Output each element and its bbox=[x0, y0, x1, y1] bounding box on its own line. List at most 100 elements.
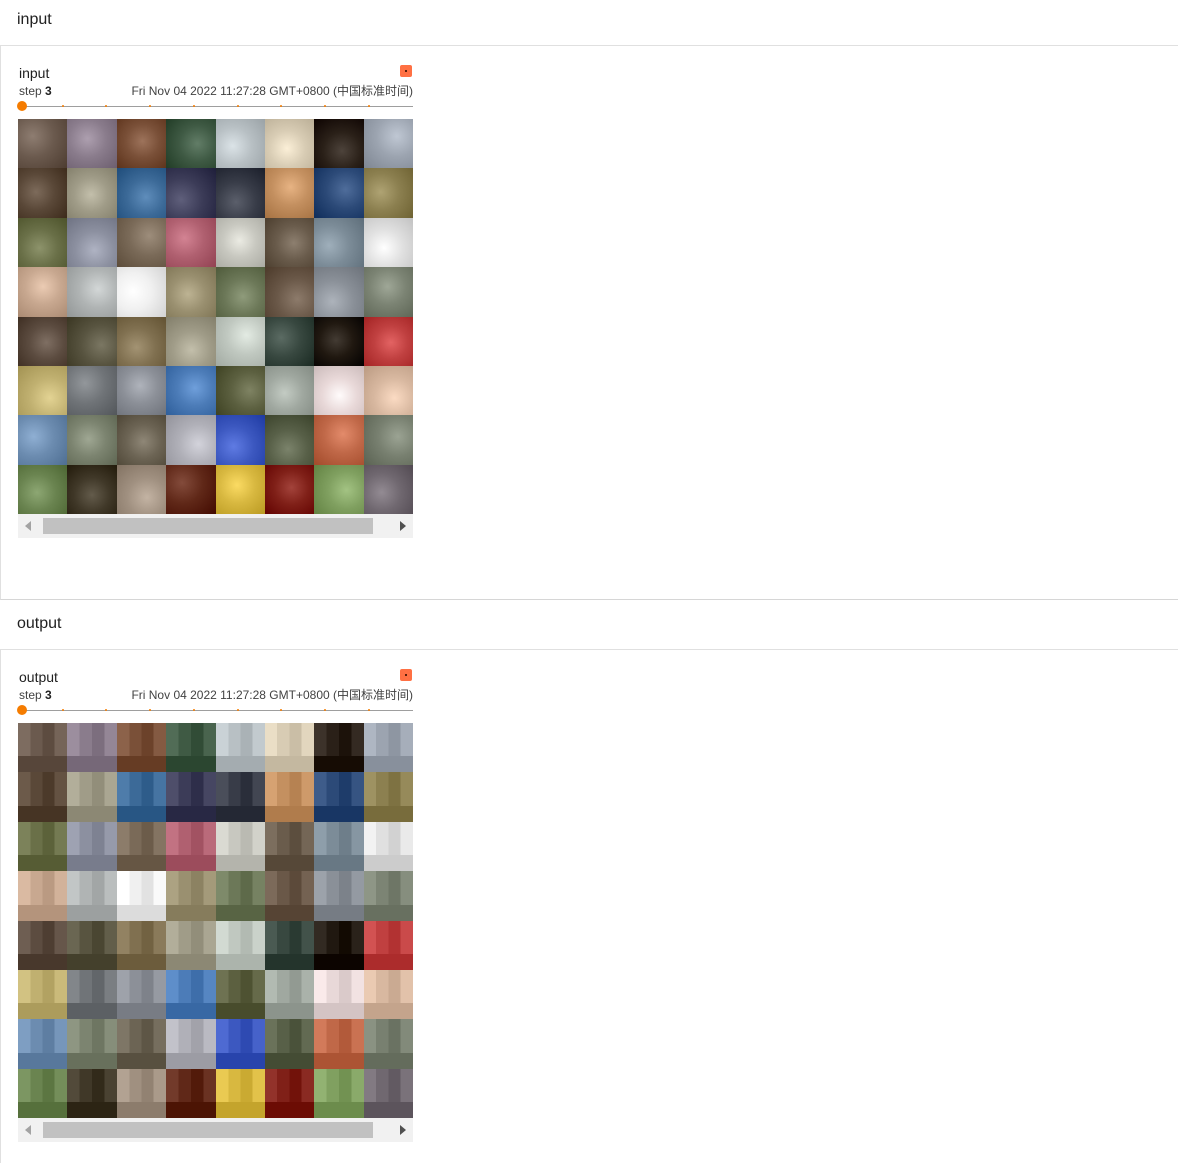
image-tile bbox=[215, 821, 265, 872]
step-value: 3 bbox=[45, 84, 52, 98]
slider-thumb[interactable] bbox=[17, 705, 27, 715]
image-tile bbox=[215, 969, 265, 1020]
image-tile bbox=[166, 415, 216, 465]
image-tile bbox=[314, 1068, 364, 1118]
image-tile bbox=[314, 168, 364, 218]
image-tile bbox=[363, 415, 413, 465]
image-tile bbox=[215, 267, 265, 317]
image-tile bbox=[166, 464, 216, 514]
image-tile bbox=[264, 267, 315, 317]
scroll-left-arrow-icon[interactable] bbox=[18, 1118, 38, 1142]
image-tile bbox=[215, 1068, 265, 1118]
image-tile bbox=[314, 415, 364, 465]
slider-tick bbox=[236, 709, 239, 711]
image-tile bbox=[67, 1068, 117, 1118]
image-tile bbox=[363, 821, 413, 872]
slider-tick bbox=[323, 105, 326, 107]
image-tile bbox=[67, 316, 117, 366]
image-tile bbox=[116, 723, 167, 773]
image-tile bbox=[166, 316, 216, 366]
image-tile bbox=[215, 168, 265, 218]
card-title: output bbox=[19, 669, 58, 685]
image-tile bbox=[215, 119, 265, 169]
image-tile bbox=[18, 415, 68, 465]
image-tile bbox=[264, 316, 315, 366]
slider-track bbox=[18, 106, 413, 107]
image-tile bbox=[363, 119, 413, 169]
slider-tick bbox=[367, 105, 370, 107]
image-tile bbox=[314, 772, 364, 822]
section-body-output: output step 3 Fri Nov 04 2022 11:27:28 G… bbox=[0, 650, 1178, 1163]
image-tile bbox=[18, 168, 68, 218]
image-tile bbox=[116, 1019, 167, 1069]
image-tile bbox=[116, 119, 167, 169]
slider-thumb[interactable] bbox=[17, 101, 27, 111]
image-tile bbox=[18, 267, 68, 317]
step-label-text: step bbox=[19, 84, 42, 98]
image-tile bbox=[166, 871, 216, 921]
image-tile bbox=[18, 316, 68, 366]
step-slider[interactable] bbox=[17, 705, 413, 717]
section-header-input[interactable]: input bbox=[0, 0, 1178, 46]
image-tile bbox=[18, 772, 68, 822]
image-tile bbox=[363, 365, 413, 416]
expand-button[interactable] bbox=[400, 65, 412, 77]
image-tile bbox=[67, 168, 117, 218]
image-tile bbox=[264, 464, 315, 514]
image-tile bbox=[116, 415, 167, 465]
image-tile bbox=[116, 920, 167, 970]
image-tile bbox=[363, 217, 413, 268]
scrollbar-thumb[interactable] bbox=[43, 518, 373, 534]
image-card: input step 3 Fri Nov 04 2022 11:27:28 GM… bbox=[17, 65, 413, 555]
image-tile bbox=[166, 119, 216, 169]
image-tile bbox=[314, 723, 364, 773]
image-tile bbox=[116, 772, 167, 822]
horizontal-scrollbar[interactable] bbox=[18, 1118, 413, 1142]
image-tile bbox=[215, 464, 265, 514]
expand-button[interactable] bbox=[400, 669, 412, 681]
image-tile bbox=[67, 119, 117, 169]
image-tile bbox=[215, 415, 265, 465]
image-tile bbox=[166, 1068, 216, 1118]
scroll-left-arrow-icon[interactable] bbox=[18, 514, 38, 538]
image-tile bbox=[215, 772, 265, 822]
image-tile bbox=[166, 217, 216, 268]
image-tile bbox=[363, 267, 413, 317]
step-row: step 3 Fri Nov 04 2022 11:27:28 GMT+0800… bbox=[19, 84, 413, 98]
image-tile bbox=[67, 415, 117, 465]
image-tile bbox=[18, 821, 68, 872]
image-tile bbox=[264, 1019, 315, 1069]
image-tile bbox=[314, 464, 364, 514]
image-tile bbox=[215, 1019, 265, 1069]
section-header-output[interactable]: output bbox=[0, 604, 1178, 650]
image-tile bbox=[264, 1068, 315, 1118]
step-slider[interactable] bbox=[17, 101, 413, 113]
image-tile bbox=[166, 723, 216, 773]
scroll-right-arrow-icon[interactable] bbox=[393, 1118, 413, 1142]
image-tile bbox=[67, 969, 117, 1020]
image-tile bbox=[67, 723, 117, 773]
timestamp: Fri Nov 04 2022 11:27:28 GMT+0800 (中国标准时… bbox=[131, 688, 413, 702]
image-tile bbox=[18, 969, 68, 1020]
image-tile bbox=[363, 316, 413, 366]
image-tile bbox=[166, 267, 216, 317]
scrollbar-thumb[interactable] bbox=[43, 1122, 373, 1138]
image-tile bbox=[314, 969, 364, 1020]
image-grid bbox=[18, 119, 413, 514]
image-tile bbox=[215, 217, 265, 268]
image-tile bbox=[116, 1068, 167, 1118]
image-tile bbox=[215, 723, 265, 773]
image-tile bbox=[166, 772, 216, 822]
image-tile bbox=[18, 464, 68, 514]
slider-tick bbox=[323, 709, 326, 711]
horizontal-scrollbar[interactable] bbox=[18, 514, 413, 538]
scroll-right-arrow-icon[interactable] bbox=[393, 514, 413, 538]
image-tile bbox=[67, 871, 117, 921]
image-tile bbox=[314, 365, 364, 416]
image-tile bbox=[166, 920, 216, 970]
image-tile bbox=[314, 217, 364, 268]
step-row: step 3 Fri Nov 04 2022 11:27:28 GMT+0800… bbox=[19, 688, 413, 702]
image-tile bbox=[314, 920, 364, 970]
image-tile bbox=[264, 871, 315, 921]
image-tile bbox=[264, 168, 315, 218]
